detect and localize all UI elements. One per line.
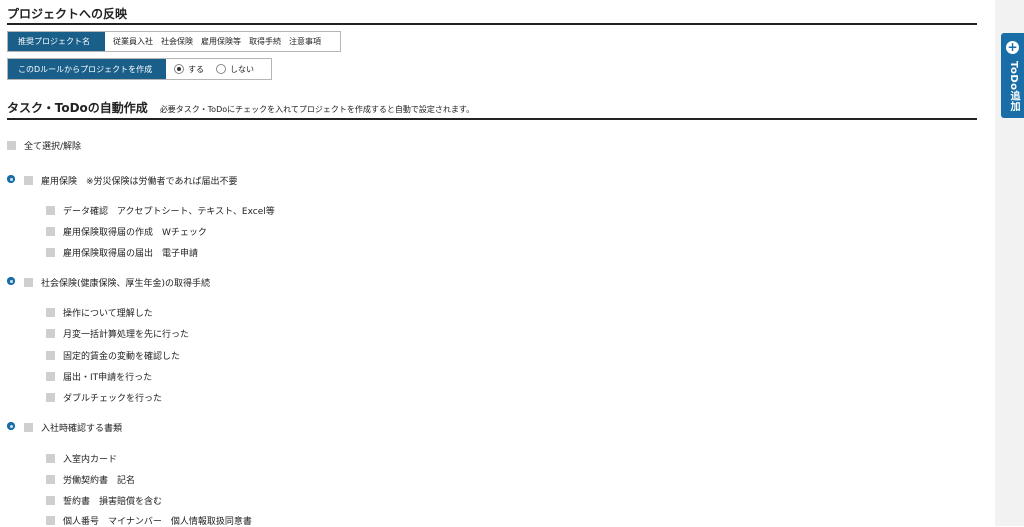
- item-checkbox[interactable]: [46, 393, 55, 402]
- select-all-label: 全て選択/解除: [24, 142, 82, 152]
- item-label: 労働契約書 記名: [63, 476, 136, 486]
- group-label: 入社時確認する書類: [41, 424, 123, 434]
- list-item[interactable]: 届出・IT申請を行った: [46, 370, 152, 383]
- list-item[interactable]: 入室内カード: [46, 452, 117, 465]
- item-label: ダブルチェックを行った: [63, 394, 163, 404]
- create-project-radio-group: する しない: [166, 59, 270, 79]
- list-item[interactable]: データ確認 アクセプトシート、テキスト、Excel等: [46, 204, 275, 217]
- group-toggle-icon[interactable]: [7, 277, 15, 285]
- group-onboarding-documents[interactable]: 入社時確認する書類: [24, 421, 122, 434]
- select-all-checkbox[interactable]: [7, 141, 16, 150]
- list-item[interactable]: 誓約書 損害賠償を含む: [46, 494, 162, 507]
- group-label: 社会保険(健康保険、厚生年金)の取得手続: [41, 279, 211, 289]
- item-checkbox[interactable]: [46, 372, 55, 381]
- list-item[interactable]: 労働契約書 記名: [46, 473, 135, 486]
- item-label: 操作について理解した: [63, 309, 153, 319]
- item-checkbox[interactable]: [46, 454, 55, 463]
- todo-add-label: ToDo追加: [1008, 61, 1019, 112]
- recommended-project-value: 従業員入社 社会保険 雇用保険等 取得手続 注意事項: [113, 37, 321, 46]
- recommended-project-label: 推奨プロジェクト名: [8, 32, 105, 51]
- group-label: 雇用保険 ※労災保険は労働者であれば届出不要: [41, 177, 238, 187]
- item-checkbox[interactable]: [46, 351, 55, 360]
- radio-yes[interactable]: [174, 64, 184, 74]
- radio-no-label[interactable]: しない: [230, 64, 254, 75]
- item-checkbox[interactable]: [46, 206, 55, 215]
- group-toggle-icon[interactable]: [7, 175, 15, 183]
- group-employment-insurance[interactable]: 雇用保険 ※労災保険は労働者であれば届出不要: [24, 174, 237, 187]
- group-checkbox[interactable]: [24, 423, 33, 432]
- group-toggle-icon[interactable]: [7, 422, 15, 430]
- list-item[interactable]: 操作について理解した: [46, 306, 153, 319]
- item-label: 誓約書 損害賠償を含む: [63, 497, 163, 507]
- list-item[interactable]: 月変一括計算処理を先に行った: [46, 327, 189, 340]
- plus-circle-icon: +: [1006, 40, 1019, 54]
- recommended-project-row: 推奨プロジェクト名 従業員入社 社会保険 雇用保険等 取得手続 注意事項: [7, 31, 341, 52]
- item-label: 届出・IT申請を行った: [63, 373, 153, 383]
- list-item[interactable]: ダブルチェックを行った: [46, 391, 162, 404]
- section-divider: [7, 118, 977, 120]
- group-checkbox[interactable]: [24, 278, 33, 287]
- item-checkbox[interactable]: [46, 496, 55, 505]
- radio-yes-label[interactable]: する: [188, 64, 204, 75]
- item-checkbox[interactable]: [46, 475, 55, 484]
- group-checkbox[interactable]: [24, 176, 33, 185]
- item-checkbox[interactable]: [46, 248, 55, 257]
- create-project-label: このDルールからプロジェクトを作成: [8, 59, 166, 79]
- section-title-auto: タスク・ToDoの自動作成 必要タスク・ToDoにチェックを入れてプロジェクトを…: [7, 99, 474, 116]
- item-label: 個人番号 マイナンバー 個人情報取扱同意書: [63, 517, 252, 527]
- create-project-row: このDルールからプロジェクトを作成 する しない: [7, 58, 272, 80]
- item-label: 固定的賃金の変動を確認した: [63, 352, 181, 362]
- section-divider: [7, 23, 977, 25]
- radio-no[interactable]: [216, 64, 226, 74]
- todo-add-tab[interactable]: + ToDo追加: [1001, 33, 1024, 118]
- main-content: プロジェクトへの反映 推奨プロジェクト名 従業員入社 社会保険 雇用保険等 取得…: [0, 0, 978, 527]
- list-item[interactable]: 雇用保険取得届の届出 電子申請: [46, 246, 198, 259]
- section-title-reflect: プロジェクトへの反映: [7, 7, 128, 21]
- item-checkbox[interactable]: [46, 516, 55, 525]
- select-all-row[interactable]: 全て選択/解除: [7, 139, 81, 152]
- item-label: 月変一括計算処理を先に行った: [63, 330, 190, 340]
- item-label: 雇用保険取得届の届出 電子申請: [63, 249, 199, 259]
- item-checkbox[interactable]: [46, 329, 55, 338]
- item-label: データ確認 アクセプトシート、テキスト、Excel等: [63, 207, 275, 217]
- list-item[interactable]: 固定的賃金の変動を確認した: [46, 349, 180, 362]
- item-checkbox[interactable]: [46, 227, 55, 236]
- item-label: 入室内カード: [63, 455, 118, 465]
- item-checkbox[interactable]: [46, 308, 55, 317]
- item-label: 雇用保険取得届の作成 Wチェック: [63, 228, 207, 238]
- section-note: 必要タスク・ToDoにチェックを入れてプロジェクトを作成すると自動で設定されます…: [159, 105, 475, 114]
- list-item[interactable]: 個人番号 マイナンバー 個人情報取扱同意書: [46, 514, 252, 527]
- group-social-insurance[interactable]: 社会保険(健康保険、厚生年金)の取得手続: [24, 276, 210, 289]
- list-item[interactable]: 雇用保険取得届の作成 Wチェック: [46, 225, 207, 238]
- section-title-auto-text: タスク・ToDoの自動作成: [7, 101, 148, 115]
